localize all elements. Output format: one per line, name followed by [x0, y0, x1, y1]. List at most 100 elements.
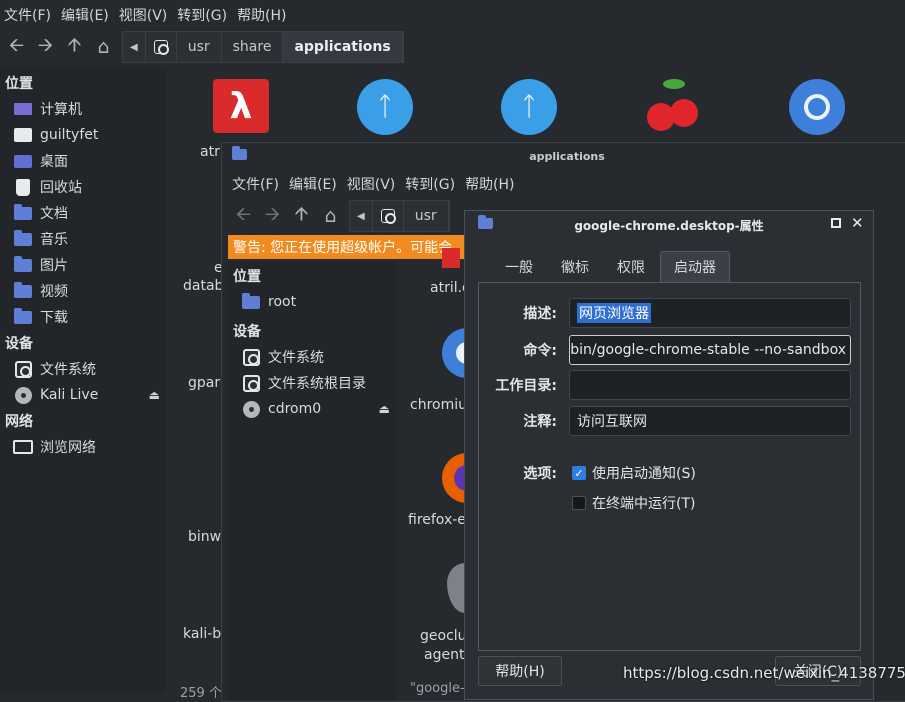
sidebar-item-computer[interactable]: 计算机: [5, 96, 166, 122]
sidebar-item-pictures[interactable]: 图片: [5, 252, 166, 278]
sidebar-item-cdrom0[interactable]: cdrom0 ⏏: [233, 396, 396, 422]
menu-help[interactable]: 帮助(H): [232, 5, 291, 25]
run-in-terminal-checkbox[interactable]: 在终端中运行(T): [572, 493, 695, 513]
properties-dialog: google-chrome.desktop-属性 ✕ 一般 徽标 权限 启动器 …: [464, 210, 874, 700]
disc-icon: [13, 386, 33, 404]
eject-icon[interactable]: ⏏: [149, 388, 160, 402]
sidebar-item-filesystem[interactable]: 文件系统: [233, 344, 396, 370]
window-folder-icon: [232, 146, 247, 160]
sidebar-item-music[interactable]: 音乐: [5, 226, 166, 252]
drive-icon: [241, 348, 261, 366]
command-row: 命令: bin/google-chrome-stable --no-sandbo…: [479, 335, 851, 365]
sidebar-item-videos[interactable]: 视频: [5, 278, 166, 304]
file-label: datab: [183, 278, 224, 294]
up-arrow-icon[interactable]: 🡩: [60, 33, 89, 61]
sidebar-item-downloads[interactable]: 下载: [5, 304, 166, 330]
places-header: 位置: [5, 76, 33, 92]
description-field[interactable]: 网页浏览器: [569, 298, 851, 328]
sidebar-item-root[interactable]: root: [233, 289, 396, 315]
sidebar-item-desktop[interactable]: 桌面: [5, 148, 166, 174]
menu-edit[interactable]: 编辑(E): [284, 174, 342, 194]
path-left-arrow-icon[interactable]: ◀: [350, 201, 373, 231]
menu-go[interactable]: 转到(G): [400, 174, 460, 194]
comment-field[interactable]: 访问互联网: [569, 406, 851, 436]
cherry-icon[interactable]: [645, 77, 701, 135]
bluetooth-icon[interactable]: ᛏ: [357, 79, 413, 135]
back-arrow-icon[interactable]: 🡨: [2, 33, 31, 61]
checkmark-icon: ✓: [572, 466, 586, 480]
pdf-reader-icon[interactable]: λ: [213, 79, 269, 133]
menu-view[interactable]: 视图(V): [342, 174, 401, 194]
tab-permissions[interactable]: 权限: [604, 251, 658, 283]
eject-icon[interactable]: ⏏: [379, 402, 390, 416]
devices-header: 设备: [5, 336, 33, 352]
workdir-row: 工作目录:: [479, 370, 851, 400]
options-row: 选项: ✓ 使用启动通知(S): [479, 463, 696, 483]
back-status-bar: 259 个: [180, 686, 222, 701]
path-share[interactable]: share: [222, 32, 284, 62]
menu-help[interactable]: 帮助(H): [460, 174, 519, 194]
home-icon[interactable]: ⌂: [316, 202, 345, 230]
mid-toolbar: 🡨 🡪 🡩 ⌂ ◀ usr: [229, 200, 450, 232]
documents-folder-icon: [13, 203, 33, 221]
desktop-icon: [13, 153, 33, 169]
back-toolbar: 🡨 🡪 🡩 ⌂ ◀ usr share applications: [2, 31, 404, 63]
menu-edit[interactable]: 编辑(E): [56, 5, 114, 25]
path-usr[interactable]: usr: [404, 201, 449, 231]
sidebar-item-trash[interactable]: 回收站: [5, 174, 166, 200]
file-label: chromiu: [410, 397, 467, 413]
command-field[interactable]: bin/google-chrome-stable --no-sandbox: [569, 335, 851, 365]
mid-pathbar: ◀ usr: [349, 200, 450, 232]
command-label: 命令:: [523, 343, 557, 359]
mid-status-bar: "google-: [410, 681, 465, 696]
tab-emblems[interactable]: 徽标: [548, 251, 602, 283]
home-folder-icon: [13, 127, 33, 143]
maximize-icon[interactable]: [831, 218, 841, 228]
back-arrow-icon[interactable]: 🡨: [229, 202, 258, 230]
file-label: binw: [188, 529, 222, 545]
places-header: 位置: [233, 269, 261, 285]
path-drive-icon[interactable]: [373, 201, 404, 231]
tab-launcher[interactable]: 启动器: [660, 251, 730, 283]
sidebar-item-browse-network[interactable]: 浏览网络: [5, 434, 166, 460]
music-folder-icon: [13, 229, 33, 247]
sidebar-item-filesystem[interactable]: 文件系统: [5, 356, 166, 382]
forward-arrow-icon[interactable]: 🡪: [258, 202, 287, 230]
sidebar-item-home[interactable]: guiltyfet: [5, 122, 166, 148]
path-left-arrow-icon[interactable]: ◀: [123, 32, 146, 62]
file-label: kali-b: [183, 626, 222, 642]
watermark: https://blog.csdn.net/weixin_41387754: [623, 664, 905, 682]
help-button[interactable]: 帮助(H): [478, 656, 562, 686]
network-header: 网络: [5, 414, 33, 430]
menu-file[interactable]: 文件(F): [228, 174, 284, 194]
eject-drive-icon: [241, 374, 261, 392]
network-icon: [13, 439, 33, 455]
startup-notify-checkbox[interactable]: ✓ 使用启动通知(S): [569, 463, 696, 483]
devices-header: 设备: [233, 324, 261, 340]
launcher-panel: 描述: 网页浏览器 命令: bin/google-chrome-stable -…: [478, 283, 861, 651]
menu-view[interactable]: 视图(V): [114, 5, 173, 25]
chromium-icon[interactable]: [789, 79, 845, 135]
downloads-folder-icon: [13, 307, 33, 325]
path-usr[interactable]: usr: [177, 32, 222, 62]
folder-icon: [241, 292, 261, 310]
menu-go[interactable]: 转到(G): [172, 5, 232, 25]
pdf-reader-icon[interactable]: [442, 248, 460, 268]
tab-general[interactable]: 一般: [492, 251, 546, 283]
sidebar-item-documents[interactable]: 文档: [5, 200, 166, 226]
forward-arrow-icon[interactable]: 🡪: [31, 33, 60, 61]
mid-menubar: 文件(F) 编辑(E) 视图(V) 转到(G) 帮助(H): [228, 169, 520, 199]
bluetooth-icon[interactable]: ᛏ: [501, 79, 557, 135]
computer-icon: [13, 101, 33, 117]
sidebar-item-kali-live[interactable]: Kali Live ⏏: [5, 382, 166, 408]
workdir-field[interactable]: [569, 370, 851, 400]
close-icon[interactable]: ✕: [851, 214, 864, 232]
home-icon[interactable]: ⌂: [89, 33, 118, 61]
up-arrow-icon[interactable]: 🡩: [287, 202, 316, 230]
menu-file[interactable]: 文件(F): [0, 5, 56, 25]
sidebar-item-filesystem-root[interactable]: 文件系统根目录: [233, 370, 396, 396]
path-drive-icon[interactable]: [146, 32, 177, 62]
dialog-file-icon: [478, 215, 493, 229]
tab-bar: 一般 徽标 权限 启动器: [478, 249, 861, 283]
path-applications[interactable]: applications: [283, 32, 403, 62]
